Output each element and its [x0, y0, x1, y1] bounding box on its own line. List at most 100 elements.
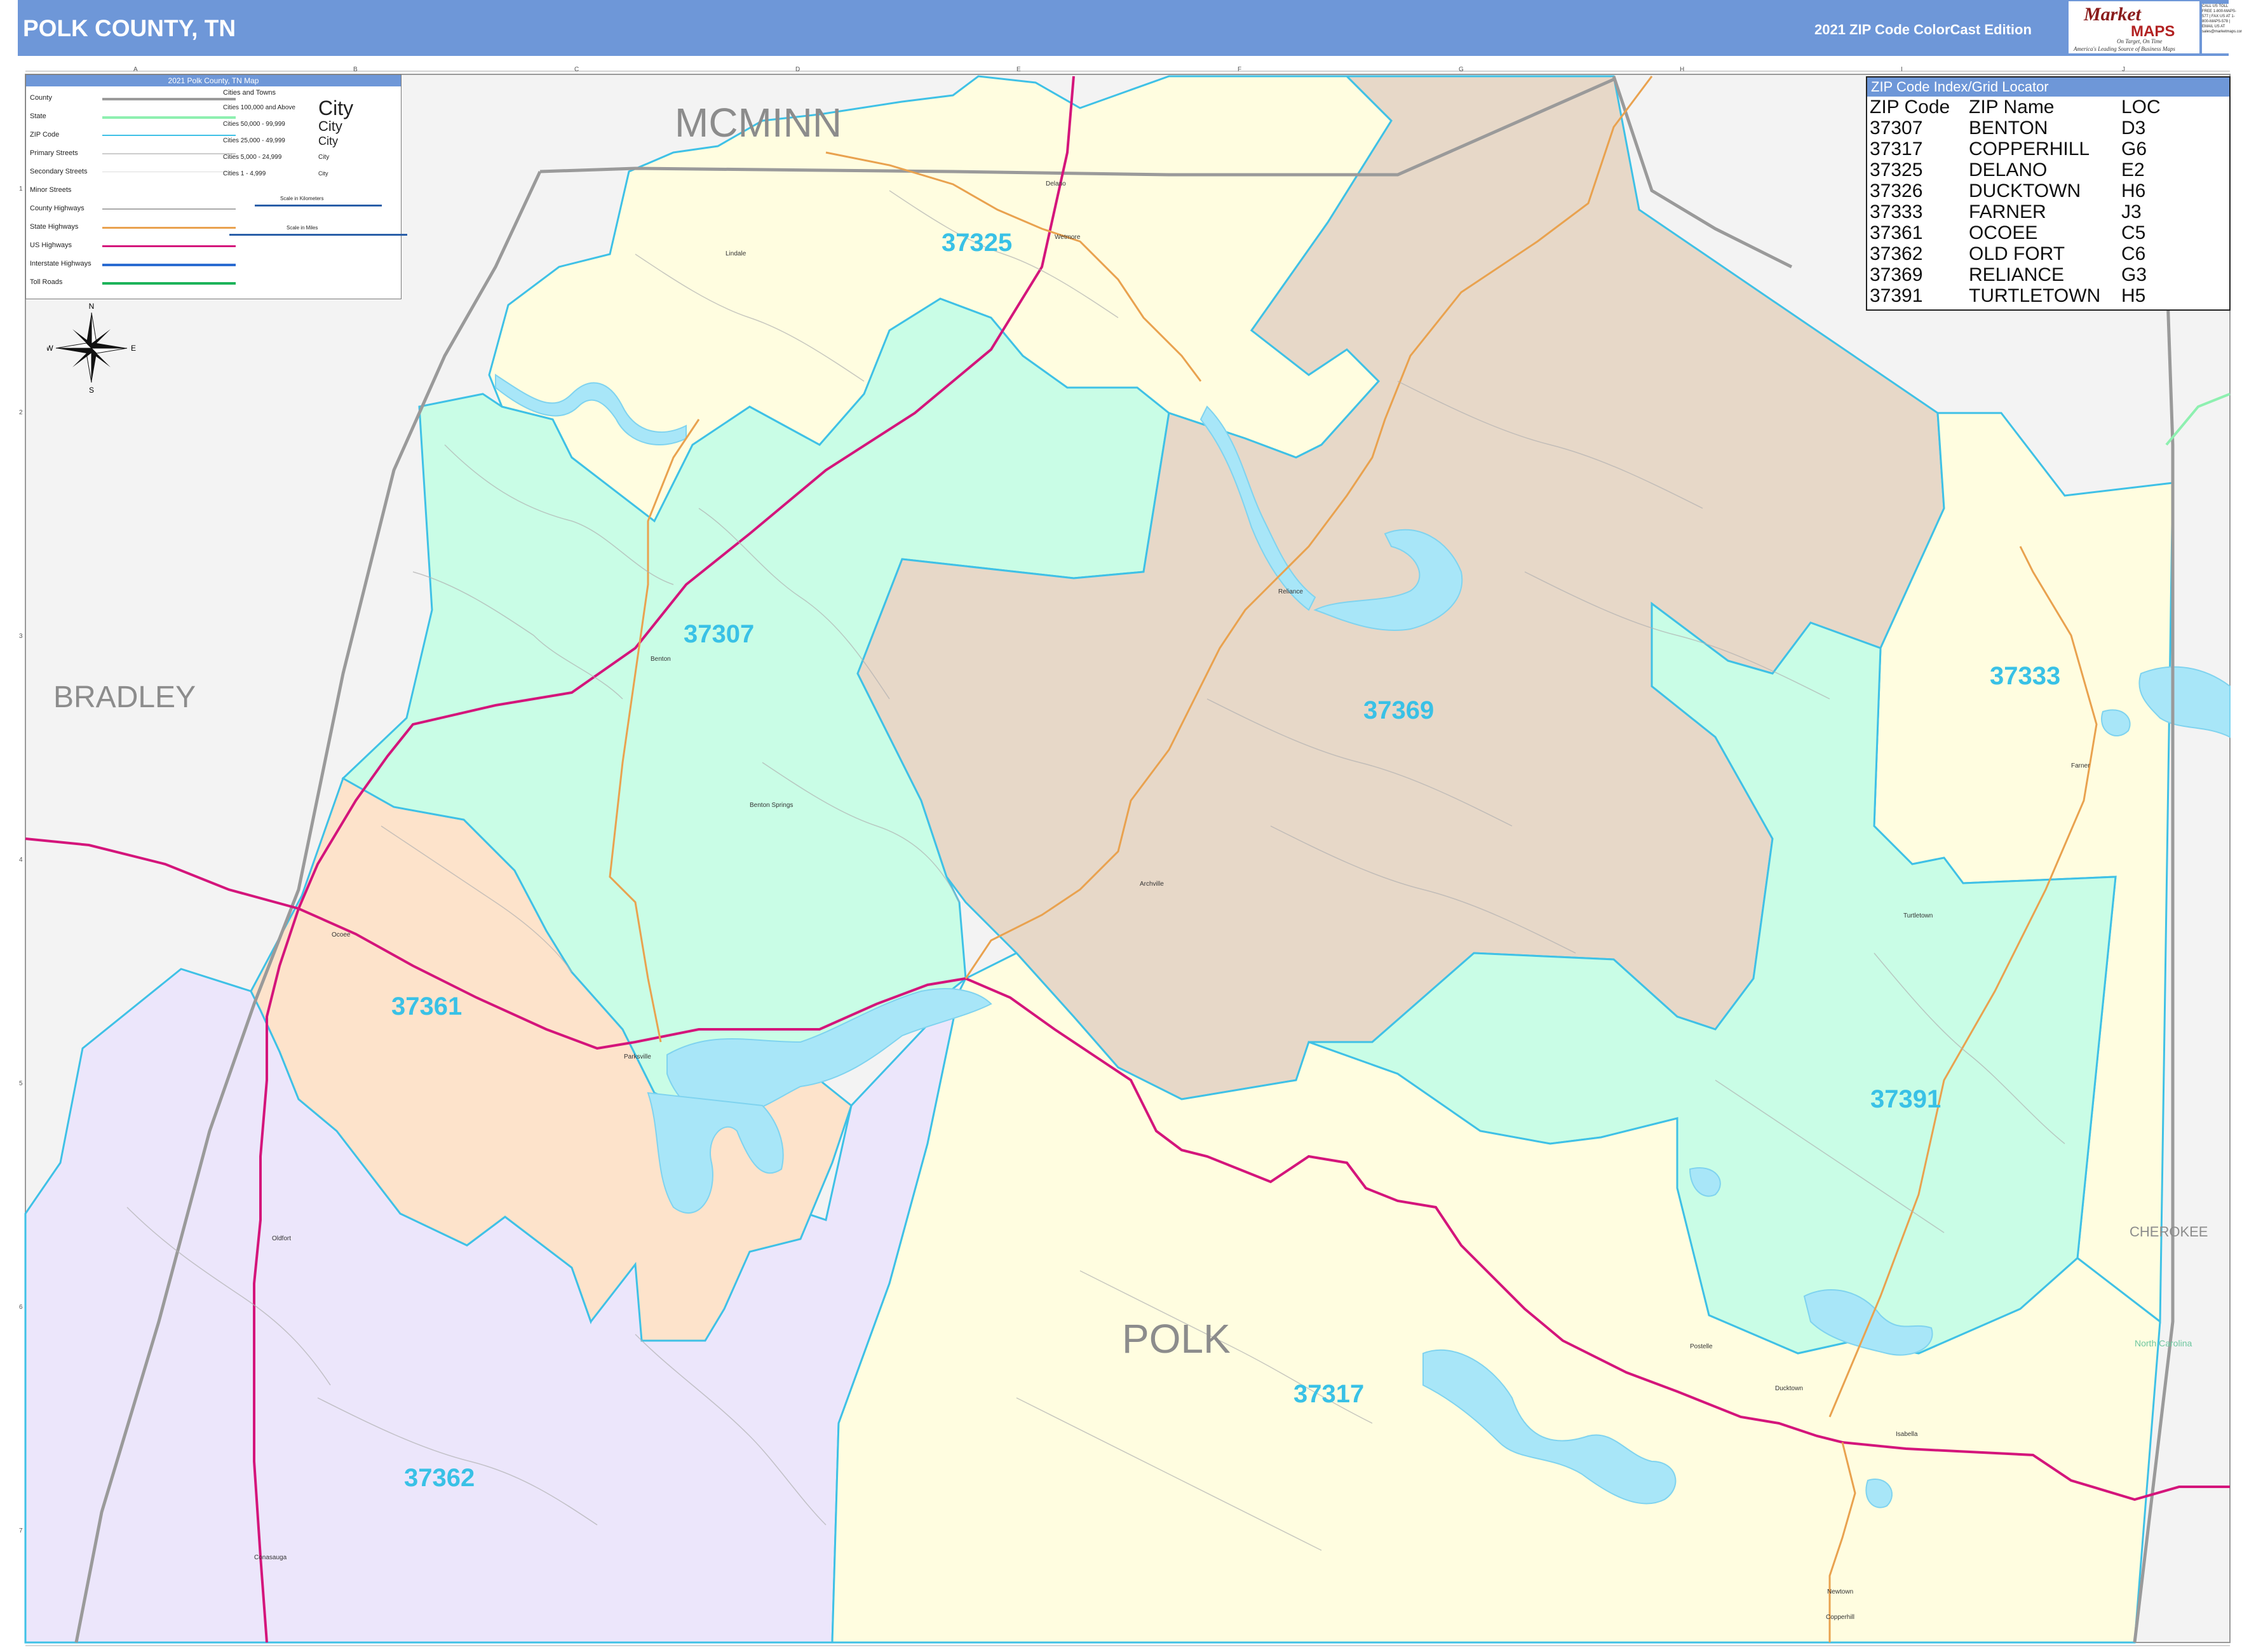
zip-label-37333: 37333: [1990, 662, 2061, 690]
compass-n: N: [89, 302, 95, 311]
legend-scale-mi-bar: [229, 234, 407, 236]
legend-item-secondary-streets: Secondary Streets: [30, 168, 88, 175]
zip-label-37369: 37369: [1363, 696, 1435, 724]
county-label-polk: POLK: [1122, 1316, 1231, 1362]
town-label-parksville: Parksville: [624, 1053, 651, 1060]
zip-code-cell: 37362: [1870, 243, 1923, 264]
town-label-benton-springs: Benton Springs: [750, 802, 793, 809]
zip-code-index: ZIP Code Index/Grid Locator ZIP Code ZIP…: [1866, 76, 2231, 311]
town-label-turtletown: Turtletown: [1903, 912, 1933, 919]
town-label-isabella: Isabella: [1896, 1431, 1918, 1438]
table-row: 37369 RELIANCE G3: [1867, 264, 2229, 285]
zip-loc-cell: C6: [2121, 243, 2146, 264]
town-label-postelle: Postelle: [1690, 1343, 1713, 1350]
legend-item-us-highways: US Highways: [30, 241, 72, 249]
legend-swatch-county-hwy: [102, 208, 236, 210]
compass-w: W: [47, 344, 53, 353]
compass-e: E: [131, 344, 136, 353]
legend-scale-mi: Scale in Miles: [287, 225, 318, 231]
table-row: 37333 FARNER J3: [1867, 201, 2229, 222]
zip-index-title: ZIP Code Index/Grid Locator: [1867, 78, 2229, 97]
legend-city-size-5: Cities 1 - 4,999: [223, 170, 266, 177]
zip-code-cell: 37369: [1870, 264, 1923, 285]
grid-row-1: 1: [19, 186, 23, 193]
zip-code-cell: 37325: [1870, 159, 1923, 180]
legend-city-sample-2: City: [318, 118, 342, 134]
legend-swatch-county: [102, 98, 236, 100]
legend-swatch-zip: [102, 135, 236, 136]
legend-cities-title: Cities and Towns: [223, 89, 276, 97]
town-label-newtown: Newtown: [1827, 1588, 1854, 1595]
zip-label-37317: 37317: [1293, 1380, 1365, 1408]
zip-name-cell: DUCKTOWN: [1969, 180, 2081, 201]
zip-name-cell: COPPERHILL: [1969, 139, 2090, 159]
zip-index-header-loc: LOC: [2121, 97, 2161, 118]
zip-code-cell: 37333: [1870, 201, 1923, 222]
county-label-bradley: BRADLEY: [53, 680, 196, 714]
zip-name-cell: OLD FORT: [1969, 243, 2065, 264]
grid-col-f: F: [1238, 66, 1242, 73]
grid-col-b: B: [353, 66, 358, 73]
zip-name-cell: FARNER: [1969, 201, 2046, 222]
grid-row-5: 5: [19, 1080, 23, 1087]
grid-row-3: 3: [19, 633, 23, 640]
zip-loc-cell: E2: [2121, 159, 2145, 180]
legend-swatch-primary: [102, 153, 236, 154]
grid-col-h: H: [1680, 66, 1685, 73]
zip-loc-cell: G3: [2121, 264, 2147, 285]
zip-name-cell: BENTON: [1969, 118, 2048, 139]
legend-item-toll-roads: Toll Roads: [30, 278, 63, 286]
zip-name-cell: DELANO: [1969, 159, 2048, 180]
zip-index-header: ZIP Code ZIP Name LOC: [1867, 97, 2229, 118]
grid-col-i: I: [1901, 66, 1903, 73]
legend-title: 2021 Polk County, TN Map: [26, 75, 401, 86]
zip-name-cell: TURTLETOWN: [1969, 285, 2101, 306]
zip-loc-cell: G6: [2121, 139, 2147, 159]
table-row: 37325 DELANO E2: [1867, 159, 2229, 180]
legend-swatch-state-hwy: [102, 227, 236, 229]
town-label-wetmore: Wetmore: [1055, 234, 1081, 241]
legend-city-sample-1: City: [318, 97, 354, 119]
legend-city-size-3: Cities 25,000 - 49,999: [223, 137, 285, 144]
legend-scale-km: Scale in Kilometers: [280, 196, 324, 201]
county-label-cherokee: CHEROKEE: [2130, 1224, 2208, 1240]
table-row: 37317 COPPERHILL G6: [1867, 139, 2229, 159]
table-row: 37391 TURTLETOWN H5: [1867, 285, 2229, 306]
grid-col-j: J: [2122, 66, 2125, 73]
legend-city-sample-4: City: [318, 154, 330, 161]
grid-row-6: 6: [19, 1304, 23, 1311]
legend-item-state: State: [30, 112, 46, 120]
table-row: 37361 OCOEE C5: [1867, 222, 2229, 243]
legend-swatch-interstate: [102, 264, 236, 266]
town-label-conasauga: Conasauga: [254, 1554, 287, 1561]
grid-col-d: D: [795, 66, 800, 73]
grid-row-4: 4: [19, 856, 23, 863]
town-label-farner: Farner: [2071, 762, 2090, 769]
town-label-copperhill: Copperhill: [1826, 1614, 1855, 1621]
town-label-oldfort: Oldfort: [272, 1235, 292, 1242]
state-label-nc: North Carolina: [2135, 1338, 2192, 1348]
grid-row-7: 7: [19, 1527, 23, 1534]
legend-item-primary-streets: Primary Streets: [30, 149, 78, 157]
legend-city-sample-3: City: [318, 135, 338, 147]
legend-swatch-state: [102, 116, 236, 119]
town-label-benton: Benton: [651, 656, 671, 663]
zip-label-37325: 37325: [942, 229, 1013, 257]
legend-item-interstate-highways: Interstate Highways: [30, 260, 91, 267]
legend-item-county-highways: County Highways: [30, 205, 84, 212]
county-label-mcminn: MCMINN: [675, 100, 842, 146]
zip-index-header-zip: ZIP Code: [1870, 97, 1950, 118]
zip-code-cell: 37391: [1870, 285, 1923, 306]
legend-scale-km-bar: [255, 205, 382, 207]
legend-swatch-us-hwy: [102, 245, 236, 247]
legend-item-minor-streets: Minor Streets: [30, 186, 72, 194]
grid-col-c: C: [574, 66, 579, 73]
zip-code-cell: 37307: [1870, 118, 1923, 139]
grid-col-e: E: [1016, 66, 1021, 73]
zip-label-37307: 37307: [684, 620, 755, 648]
zip-label-37361: 37361: [391, 992, 463, 1020]
zip-code-cell: 37317: [1870, 139, 1923, 159]
table-row: 37307 BENTON D3: [1867, 118, 2229, 139]
legend-swatch-toll: [102, 282, 236, 285]
town-label-ocoee: Ocoee: [332, 931, 351, 938]
